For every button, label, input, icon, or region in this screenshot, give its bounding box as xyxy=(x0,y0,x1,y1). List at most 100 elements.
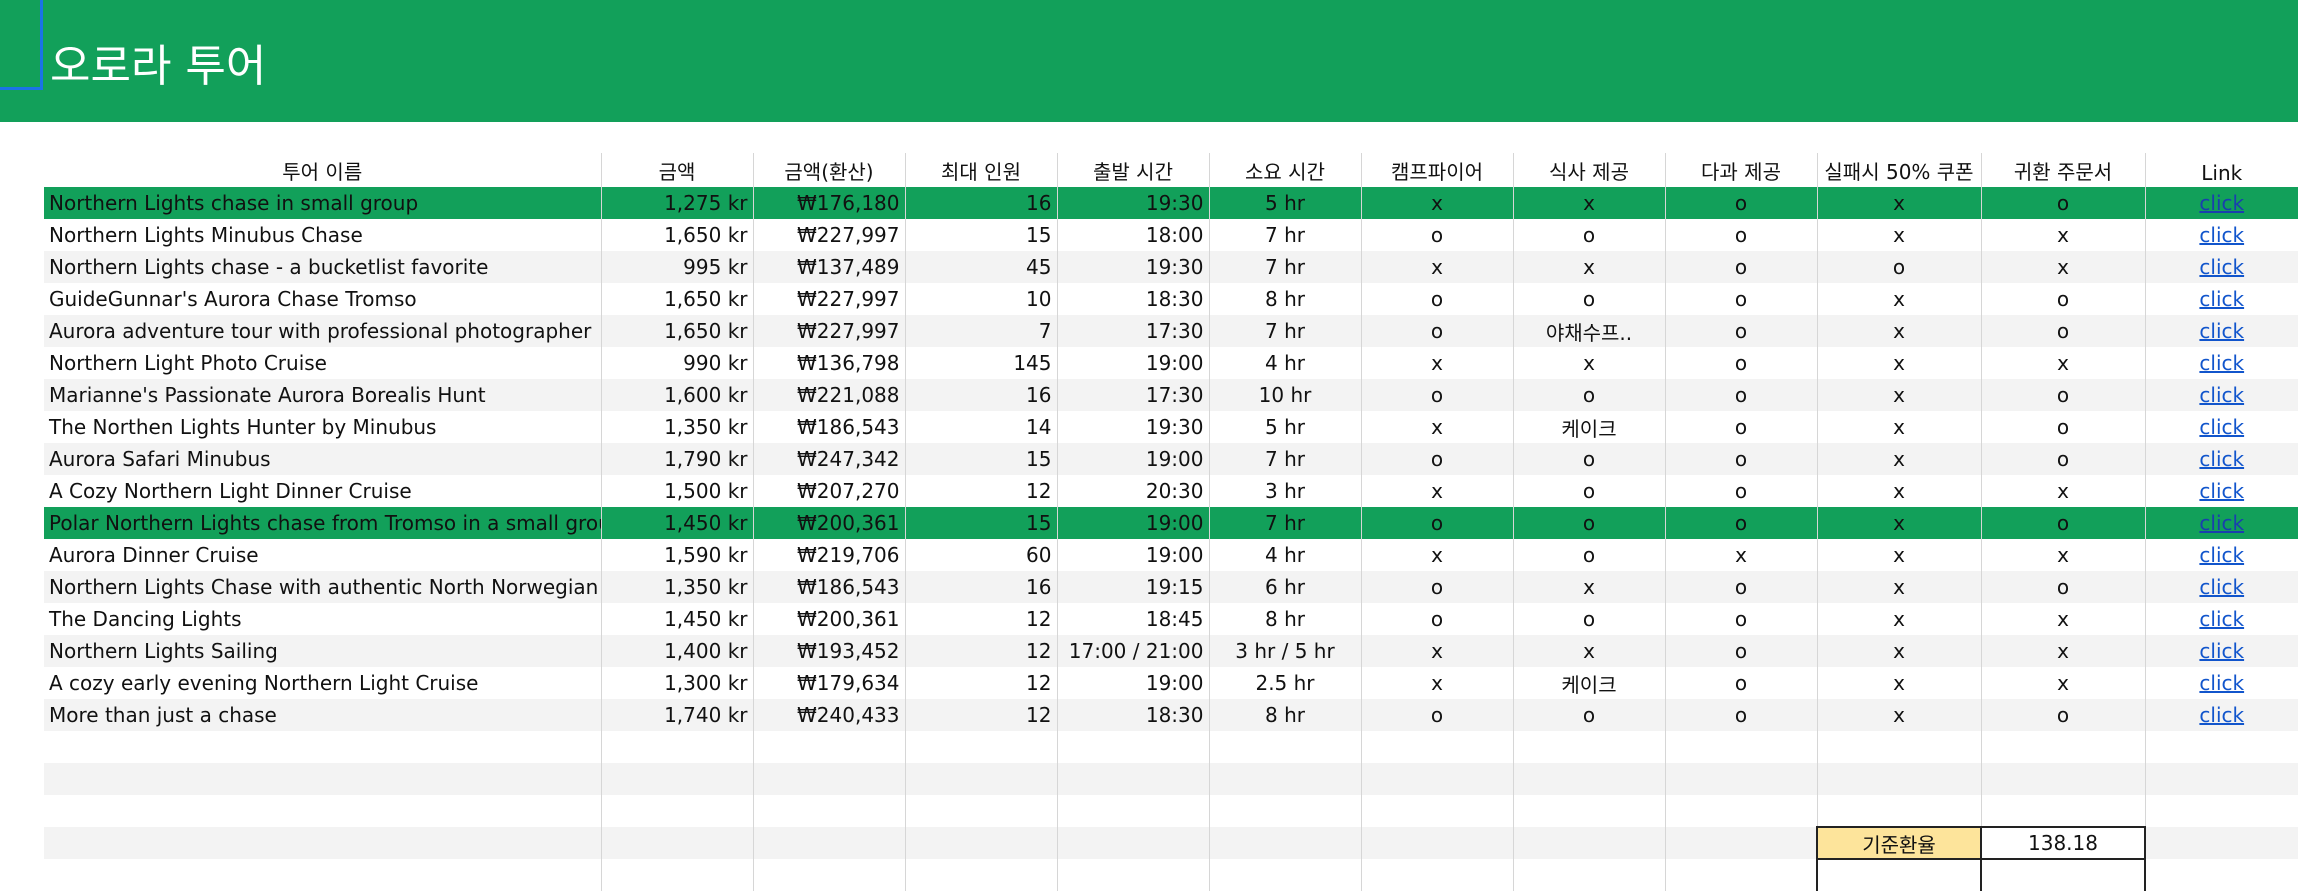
cell-depart[interactable]: 19:30 xyxy=(1056,187,1209,219)
cell-return[interactable]: x xyxy=(1980,667,2145,699)
cell-max[interactable]: 12 xyxy=(904,603,1057,635)
cell-price[interactable]: 1,650 kr xyxy=(600,219,753,251)
tour-link[interactable]: click xyxy=(2199,607,2244,631)
cell-meal[interactable]: o xyxy=(1512,475,1665,507)
empty-cell[interactable] xyxy=(752,731,905,763)
cell-coupon[interactable]: x xyxy=(1816,635,1981,667)
cell-price[interactable]: 1,300 kr xyxy=(600,667,753,699)
cell-max[interactable]: 45 xyxy=(904,251,1057,283)
cell-campfire[interactable]: o xyxy=(1360,699,1513,731)
cell-max[interactable]: 15 xyxy=(904,507,1057,539)
cell-link[interactable]: click xyxy=(2144,443,2298,475)
cell-return[interactable]: o xyxy=(1980,187,2145,219)
empty-cell[interactable] xyxy=(44,731,601,763)
empty-cell[interactable] xyxy=(1512,763,1665,795)
cell-link[interactable]: click xyxy=(2144,315,2298,347)
cell-snack[interactable]: o xyxy=(1664,603,1817,635)
empty-cell[interactable] xyxy=(2144,763,2298,795)
cell-meal[interactable]: o xyxy=(1512,219,1665,251)
empty-cell[interactable] xyxy=(752,795,905,827)
cell-depart[interactable]: 19:00 xyxy=(1056,347,1209,379)
cell-depart[interactable]: 19:30 xyxy=(1056,411,1209,443)
cell-name[interactable]: More than just a chase xyxy=(44,699,601,731)
cell-campfire[interactable]: x xyxy=(1360,187,1513,219)
col-header-price[interactable]: 금액 xyxy=(600,153,753,187)
tour-link[interactable]: click xyxy=(2199,671,2244,695)
tour-link[interactable]: click xyxy=(2199,543,2244,567)
cell-campfire[interactable]: o xyxy=(1360,603,1513,635)
empty-cell[interactable] xyxy=(1208,827,1361,859)
cell-max[interactable]: 12 xyxy=(904,667,1057,699)
cell-campfire[interactable]: o xyxy=(1360,379,1513,411)
cell-meal[interactable]: o xyxy=(1512,379,1665,411)
cell-depart[interactable]: 18:00 xyxy=(1056,219,1209,251)
cell-meal[interactable]: x xyxy=(1512,571,1665,603)
cell-campfire[interactable]: o xyxy=(1360,507,1513,539)
cell-coupon[interactable]: x xyxy=(1816,283,1981,315)
cell-campfire[interactable]: o xyxy=(1360,219,1513,251)
cell-meal[interactable]: o xyxy=(1512,283,1665,315)
cell-link[interactable]: click xyxy=(2144,667,2298,699)
cell-coupon[interactable]: x xyxy=(1816,315,1981,347)
cell-return[interactable]: o xyxy=(1980,443,2145,475)
cell-price[interactable]: 990 kr xyxy=(600,347,753,379)
cell-return[interactable]: o xyxy=(1980,507,2145,539)
cell-campfire[interactable]: o xyxy=(1360,571,1513,603)
cell-name[interactable]: Northern Lights Chase with authentic Nor… xyxy=(44,571,601,603)
cell-return[interactable]: x xyxy=(1980,539,2145,571)
cell-name[interactable]: Northern Lights chase in small group xyxy=(44,187,601,219)
cell-name[interactable]: The Dancing Lights xyxy=(44,603,601,635)
cell-max[interactable]: 15 xyxy=(904,219,1057,251)
empty-cell[interactable] xyxy=(904,827,1057,859)
cell-duration[interactable]: 7 hr xyxy=(1208,219,1361,251)
cell-price[interactable]: 1,590 kr xyxy=(600,539,753,571)
cell-link[interactable]: click xyxy=(2144,699,2298,731)
cell-coupon[interactable]: x xyxy=(1816,219,1981,251)
empty-cell[interactable] xyxy=(1056,731,1209,763)
exchange-rate-value[interactable]: 138.18 xyxy=(1980,826,2146,860)
col-header-depart[interactable]: 출발 시간 xyxy=(1056,153,1209,187)
col-header-name[interactable]: 투어 이름 xyxy=(44,153,601,187)
empty-cell[interactable] xyxy=(1980,795,2145,827)
cell-name[interactable]: GuideGunnar's Aurora Chase Tromso xyxy=(44,283,601,315)
cell-duration[interactable]: 3 hr xyxy=(1208,475,1361,507)
col-header-krw[interactable]: 금액(환산) xyxy=(752,153,905,187)
cell-max[interactable]: 12 xyxy=(904,475,1057,507)
empty-cell[interactable] xyxy=(1664,795,1817,827)
cell-krw[interactable]: ₩227,997 xyxy=(752,219,905,251)
cell-snack[interactable]: o xyxy=(1664,219,1817,251)
cell-campfire[interactable]: o xyxy=(1360,443,1513,475)
cell-name[interactable]: Northern Lights Minubus Chase xyxy=(44,219,601,251)
cell-depart[interactable]: 18:30 xyxy=(1056,283,1209,315)
cell-max[interactable]: 10 xyxy=(904,283,1057,315)
cell-snack[interactable]: o xyxy=(1664,443,1817,475)
empty-cell[interactable] xyxy=(2144,827,2298,859)
cell-meal[interactable]: o xyxy=(1512,603,1665,635)
cell-campfire[interactable]: x xyxy=(1360,251,1513,283)
cell-meal[interactable]: x xyxy=(1512,635,1665,667)
empty-cell[interactable] xyxy=(752,859,905,891)
cell-max[interactable]: 16 xyxy=(904,379,1057,411)
empty-cell[interactable] xyxy=(600,763,753,795)
tour-link[interactable]: click xyxy=(2199,511,2244,535)
cell-price[interactable]: 1,500 kr xyxy=(600,475,753,507)
empty-cell[interactable] xyxy=(1360,827,1513,859)
cell-price[interactable]: 1,650 kr xyxy=(600,283,753,315)
cell-max[interactable]: 14 xyxy=(904,411,1057,443)
cell-name[interactable]: Aurora Dinner Cruise xyxy=(44,539,601,571)
cell-duration[interactable]: 6 hr xyxy=(1208,571,1361,603)
cell-coupon[interactable]: o xyxy=(1816,251,1981,283)
cell-depart[interactable]: 20:30 xyxy=(1056,475,1209,507)
cell-krw[interactable]: ₩176,180 xyxy=(752,187,905,219)
empty-cell[interactable] xyxy=(44,763,601,795)
empty-cell[interactable] xyxy=(1360,795,1513,827)
cell-campfire[interactable]: x xyxy=(1360,475,1513,507)
empty-cell[interactable] xyxy=(1208,859,1361,891)
empty-cell[interactable] xyxy=(2144,795,2298,827)
cell-name[interactable]: A cozy early evening Northern Light Crui… xyxy=(44,667,601,699)
tour-link[interactable]: click xyxy=(2199,351,2244,375)
cell-link[interactable]: click xyxy=(2144,379,2298,411)
empty-cell[interactable] xyxy=(1512,795,1665,827)
empty-cell[interactable] xyxy=(904,859,1057,891)
empty-cell[interactable] xyxy=(1512,827,1665,859)
